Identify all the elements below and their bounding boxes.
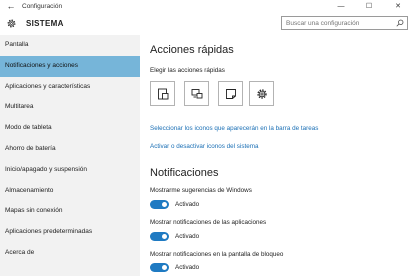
- app-notifications-toggle[interactable]: [150, 232, 169, 241]
- toggle-state: Activado: [175, 264, 200, 271]
- search-icon[interactable]: [396, 19, 404, 27]
- back-button[interactable]: ←: [5, 0, 17, 13]
- title-bar: ← Configuración — ☐ ✕: [0, 0, 414, 13]
- sidebar-item-notificaciones[interactable]: Notificaciones y acciones: [0, 55, 140, 77]
- quick-action-tile-3[interactable]: [218, 81, 243, 106]
- tablet-mode-icon: [158, 88, 169, 100]
- quick-action-tile-2[interactable]: [184, 81, 209, 106]
- gear-icon: [7, 19, 16, 28]
- notifications-heading: Notificaciones: [150, 167, 219, 179]
- settings-icon: [257, 89, 267, 99]
- sidebar: Pantalla Notificaciones y acciones Aplic…: [0, 35, 140, 276]
- setting-label: Mostrarme sugerencias de Windows: [150, 187, 252, 194]
- sidebar-item-pantalla[interactable]: Pantalla: [0, 35, 140, 56]
- suggestions-toggle[interactable]: [150, 200, 169, 209]
- page-title: SISTEMA: [26, 19, 64, 28]
- toggle-state: Activado: [175, 201, 200, 208]
- select-taskbar-icons-link[interactable]: Seleccionar los iconos que aparecerán en…: [150, 125, 318, 132]
- close-button[interactable]: ✕: [386, 0, 410, 13]
- setting-label: Mostrar notificaciones de las aplicacion…: [150, 219, 267, 226]
- sidebar-item-aplicaciones[interactable]: Aplicaciones y características: [0, 77, 140, 98]
- window-title: Configuración: [22, 3, 63, 10]
- lock-screen-notifications-toggle[interactable]: [150, 263, 169, 272]
- search-box[interactable]: [281, 16, 408, 30]
- minimize-button[interactable]: —: [329, 0, 353, 13]
- sidebar-item-multitarea[interactable]: Multitarea: [0, 97, 140, 118]
- quick-action-tile-4[interactable]: [249, 81, 274, 106]
- sidebar-item-mapas[interactable]: Mapas sin conexión: [0, 201, 140, 222]
- quick-action-tile-1[interactable]: [150, 81, 175, 106]
- maximize-button[interactable]: ☐: [357, 0, 381, 13]
- sidebar-item-acerca-de[interactable]: Acerca de: [0, 243, 140, 264]
- quick-actions-heading: Acciones rápidas: [150, 44, 234, 56]
- sidebar-item-apps-predeterminadas[interactable]: Aplicaciones predeterminadas: [0, 222, 140, 243]
- sidebar-item-modo-tableta[interactable]: Modo de tableta: [0, 118, 140, 139]
- sidebar-item-inicio-apagado[interactable]: Inicio/apagado y suspensión: [0, 160, 140, 181]
- quick-actions-subtitle: Elegir las acciones rápidas: [150, 67, 225, 74]
- toggle-state: Activado: [175, 233, 200, 240]
- connect-icon: [191, 89, 203, 99]
- system-icons-link[interactable]: Activar o desactivar iconos del sistema: [150, 143, 259, 150]
- sidebar-item-ahorro-bateria[interactable]: Ahorro de batería: [0, 139, 140, 160]
- sidebar-item-almacenamiento[interactable]: Almacenamiento: [0, 181, 140, 202]
- setting-label: Mostrar notificaciones en la pantalla de…: [150, 251, 284, 258]
- note-icon: [226, 89, 236, 99]
- search-input[interactable]: [282, 17, 394, 29]
